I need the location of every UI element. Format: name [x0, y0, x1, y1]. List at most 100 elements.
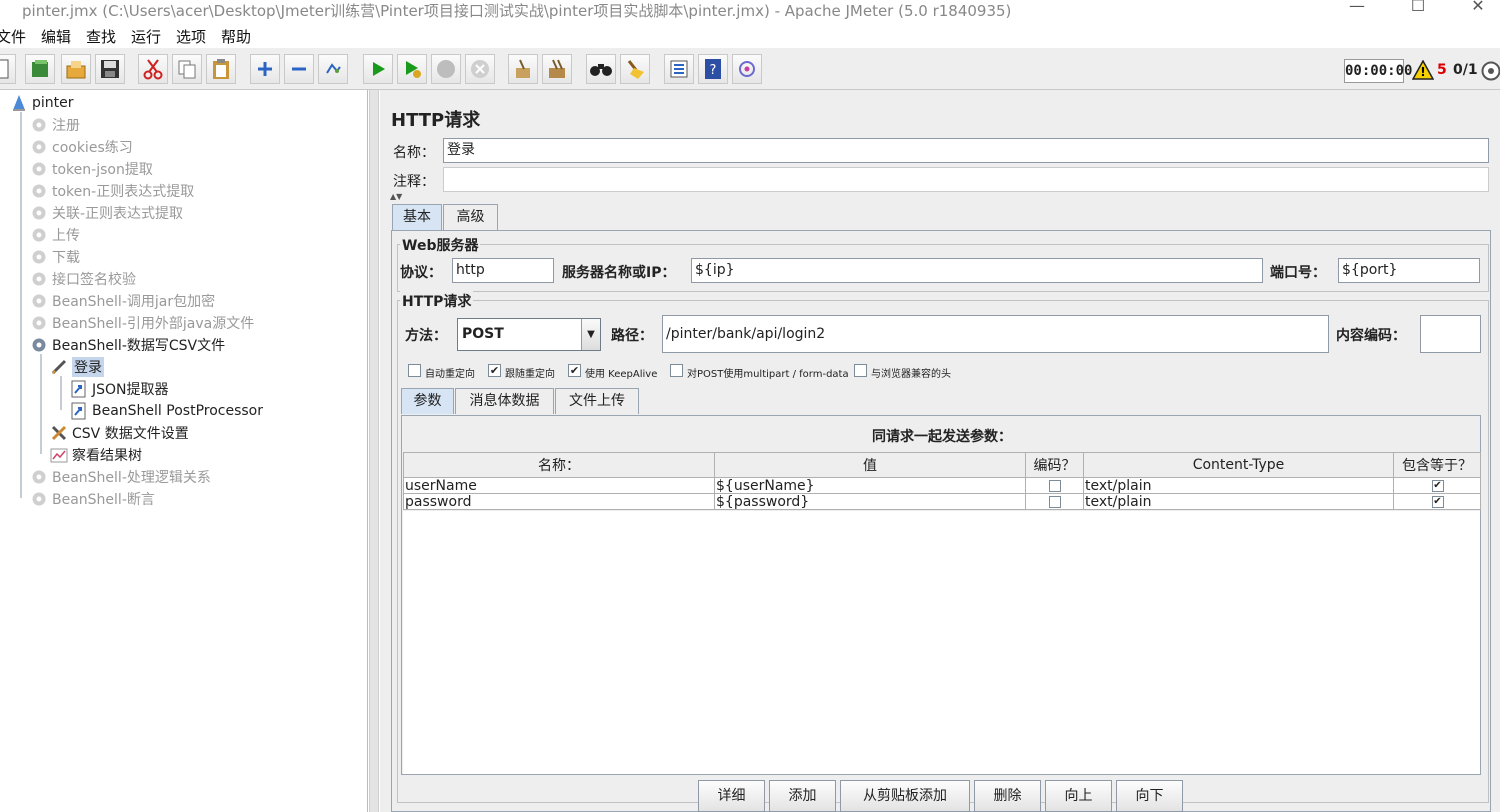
parameters-empty-area[interactable] [403, 511, 1480, 774]
up-button[interactable]: 向上 [1045, 780, 1112, 812]
encode-checkbox[interactable] [1049, 495, 1061, 508]
tree-label: BeanShell-处理逻辑关系 [52, 470, 211, 486]
param-content-type-cell[interactable]: text/plain [1083, 493, 1394, 510]
menu-file[interactable]: 文件 [0, 26, 26, 47]
tree-node-thread-group[interactable]: BeanShell-处理逻辑关系 [30, 466, 211, 488]
param-include-equals-cell[interactable]: ✔ [1393, 477, 1481, 494]
add-button[interactable]: 添加 [769, 780, 836, 812]
tree-node-thread-group[interactable]: BeanShell-数据写CSV文件 [30, 334, 225, 356]
start-button[interactable] [363, 54, 393, 84]
tree-node-root[interactable]: pinter [10, 92, 74, 114]
tab-files-upload[interactable]: 文件上传 [555, 388, 639, 414]
column-header-name[interactable]: 名称： [403, 452, 715, 478]
templates-button[interactable] [25, 54, 55, 84]
param-encode-cell[interactable] [1025, 477, 1084, 494]
menu-help[interactable]: 帮助 [221, 26, 251, 47]
param-name-cell[interactable]: password [403, 493, 715, 510]
new-button[interactable] [0, 54, 16, 84]
panel-splitter[interactable] [369, 90, 379, 812]
copy-button[interactable] [172, 54, 202, 84]
browser-headers-checkbox[interactable] [854, 364, 867, 377]
tree-node-csv-config[interactable]: CSV 数据文件设置 [50, 422, 189, 444]
tree-node-login[interactable]: 登录 [50, 356, 104, 378]
tree-node-thread-group[interactable]: cookies练习 [30, 136, 133, 158]
tree-node-thread-group[interactable]: 下载 [30, 246, 80, 268]
keepalive-checkbox[interactable]: ✔ [568, 364, 581, 377]
param-name-cell[interactable]: userName [403, 477, 715, 494]
minimize-button[interactable]: — [1337, 0, 1377, 18]
param-include-equals-cell[interactable]: ✔ [1393, 493, 1481, 510]
tree-node-thread-group[interactable]: 上传 [30, 224, 80, 246]
menu-run[interactable]: 运行 [131, 26, 161, 47]
tree-node-thread-group[interactable]: token-正则表达式提取 [30, 180, 194, 202]
encode-checkbox[interactable] [1049, 479, 1061, 492]
add-from-clipboard-button[interactable]: 从剪贴板添加 [840, 780, 970, 812]
param-value-cell[interactable]: ${userName} [714, 477, 1026, 494]
protocol-field[interactable]: http [452, 258, 554, 283]
column-header-content-type[interactable]: Content-Type [1083, 452, 1394, 478]
paste-button[interactable] [206, 54, 236, 84]
column-header-encode[interactable]: 编码？ [1025, 452, 1084, 478]
menu-edit[interactable]: 编辑 [41, 26, 71, 47]
method-select[interactable]: POST ▼ [457, 318, 601, 351]
server-field[interactable]: ${ip} [691, 258, 1263, 283]
open-button[interactable] [61, 54, 91, 84]
tree-node-thread-group[interactable]: 接口签名校验 [30, 268, 136, 290]
tree-node-thread-group[interactable]: BeanShell-调用jar包加密 [30, 290, 215, 312]
close-button[interactable]: ✕ [1458, 0, 1498, 18]
include-equals-checkbox[interactable]: ✔ [1431, 479, 1444, 492]
tree-node-json-extractor[interactable]: JSON提取器 [70, 378, 169, 400]
param-encode-cell[interactable] [1025, 493, 1084, 510]
tab-advanced[interactable]: 高级 [443, 204, 498, 230]
search-button[interactable] [586, 54, 616, 84]
function-helper-button[interactable] [664, 54, 694, 84]
detail-button[interactable]: 详细 [698, 780, 765, 812]
multipart-checkbox[interactable] [670, 364, 683, 377]
warning-icon[interactable]: ! [1411, 59, 1435, 84]
tab-body-data[interactable]: 消息体数据 [455, 388, 554, 414]
column-header-include-equals[interactable]: 包含等于？ [1393, 452, 1481, 478]
table-row[interactable]: password ${password} text/plain ✔ [403, 493, 1481, 510]
tab-parameters[interactable]: 参数 [401, 388, 454, 414]
column-header-value[interactable]: 值 [714, 452, 1026, 478]
menu-options[interactable]: 选项 [176, 26, 206, 47]
chevron-down-icon[interactable]: ▼ [581, 319, 600, 350]
menu-search[interactable]: 查找 [86, 26, 116, 47]
tree-node-results-tree[interactable]: 察看结果树 [50, 444, 142, 466]
reset-search-button[interactable] [620, 54, 650, 84]
tree-node-beanshell-postprocessor[interactable]: BeanShell PostProcessor [70, 400, 263, 422]
tree-node-thread-group[interactable]: 注册 [30, 114, 80, 136]
path-field[interactable]: /pinter/bank/api/login2 [662, 315, 1329, 353]
collapse-arrows-icon[interactable]: ▲▼ [390, 192, 402, 201]
comment-field[interactable] [443, 167, 1489, 192]
maximize-button[interactable]: ☐ [1398, 0, 1438, 18]
follow-redirect-checkbox[interactable]: ✔ [488, 364, 501, 377]
auto-redirect-checkbox[interactable] [408, 364, 421, 377]
collapse-all-button[interactable] [284, 54, 314, 84]
help-button[interactable]: ? [698, 54, 728, 84]
save-button[interactable] [95, 54, 125, 84]
include-equals-checkbox[interactable]: ✔ [1431, 495, 1444, 508]
start-no-pauses-button[interactable] [397, 54, 427, 84]
cut-button[interactable] [138, 54, 168, 84]
expand-all-button[interactable] [250, 54, 280, 84]
toggle-button[interactable] [318, 54, 348, 84]
stop-button[interactable] [431, 54, 461, 84]
remote-button[interactable] [732, 54, 762, 84]
tree-node-thread-group[interactable]: token-json提取 [30, 158, 153, 180]
param-value-cell[interactable]: ${password} [714, 493, 1026, 510]
tree-node-thread-group[interactable]: BeanShell-引用外部java源文件 [30, 312, 254, 334]
clear-button[interactable] [508, 54, 538, 84]
down-button[interactable]: 向下 [1116, 780, 1183, 812]
port-field[interactable]: ${port} [1338, 258, 1480, 283]
tab-basic[interactable]: 基本 [392, 204, 442, 230]
tree-node-thread-group[interactable]: 关联-正则表达式提取 [30, 202, 183, 224]
shutdown-button[interactable] [465, 54, 495, 84]
delete-button[interactable]: 删除 [974, 780, 1041, 812]
tree-node-thread-group[interactable]: BeanShell-断言 [30, 488, 155, 510]
param-content-type-cell[interactable]: text/plain [1083, 477, 1394, 494]
table-row[interactable]: userName ${userName} text/plain ✔ [403, 477, 1481, 494]
name-field[interactable]: 登录 [443, 138, 1489, 163]
clear-all-button[interactable] [542, 54, 572, 84]
encoding-field[interactable] [1420, 315, 1481, 353]
